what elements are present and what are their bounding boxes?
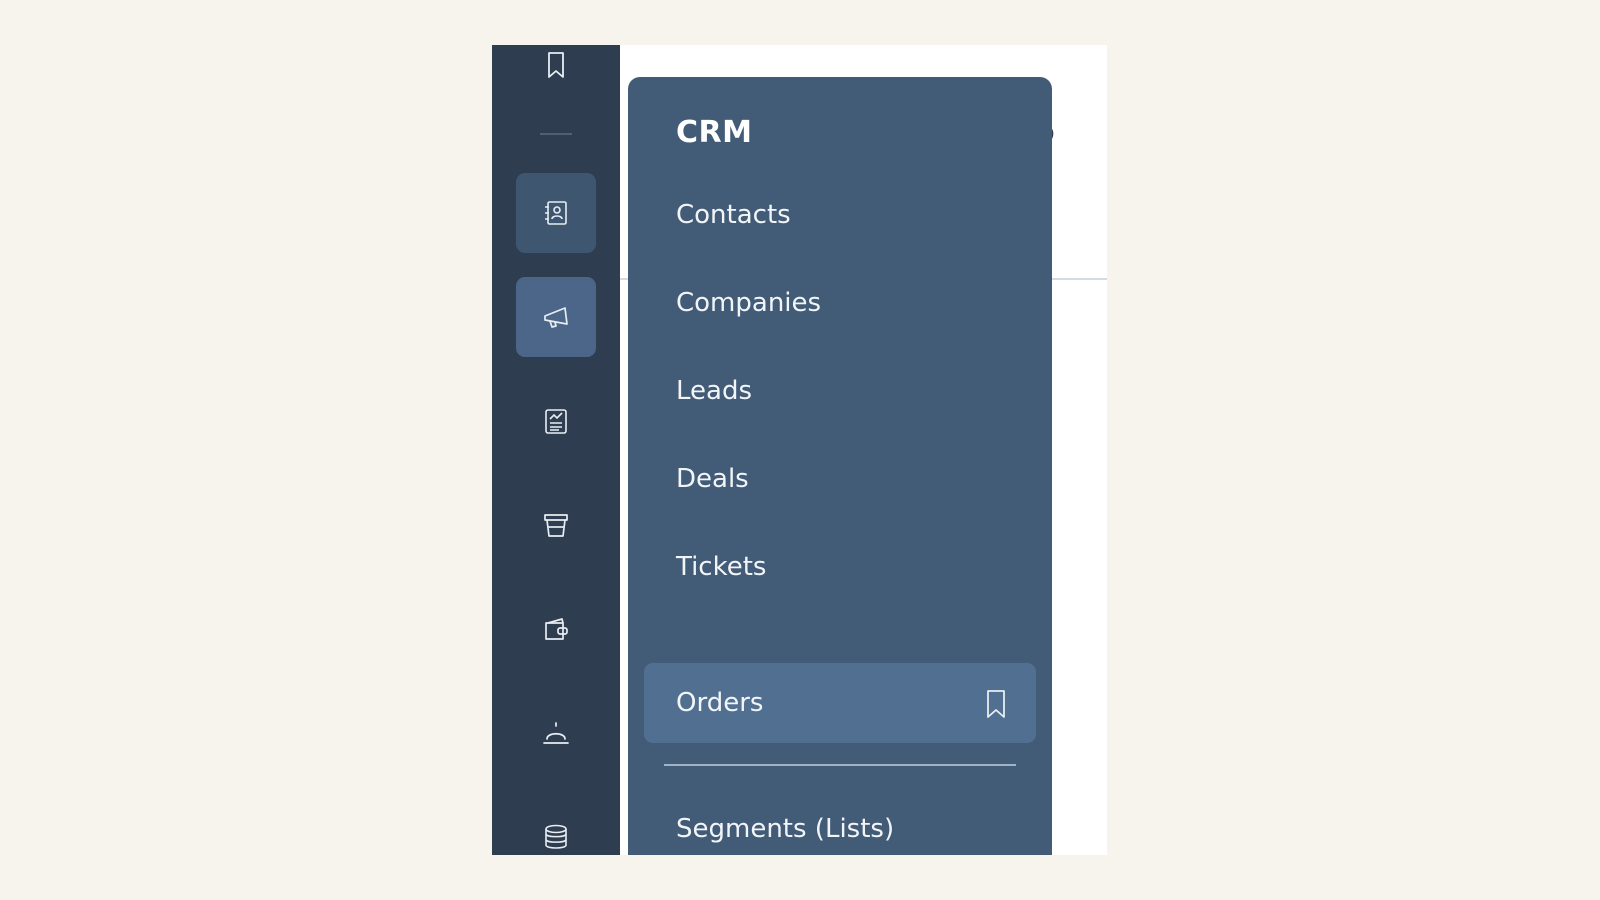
menu-item-label: Segments (Lists) — [676, 814, 895, 844]
rail-contacts-button[interactable] — [516, 173, 596, 253]
menu-item-segments[interactable]: Segments (Lists) — [644, 789, 1036, 855]
database-icon — [545, 824, 567, 849]
menu-item-contacts[interactable]: Contacts — [644, 175, 1036, 255]
menu-item-label: Orders — [676, 688, 764, 718]
rail-divider — [540, 133, 572, 135]
store-icon — [544, 514, 568, 537]
menu-divider — [664, 764, 1016, 766]
menu-item-label: Companies — [676, 288, 822, 318]
menu-item-label: Tickets — [676, 552, 767, 582]
rail-bookmark-button[interactable] — [516, 45, 596, 105]
app-frame: o e — [492, 45, 1107, 855]
rail-payments-button[interactable] — [516, 589, 596, 669]
wallet-icon — [545, 618, 568, 640]
crm-flyout-menu: CRM Contacts Companies Leads Deals Ticke… — [628, 77, 1052, 855]
menu-item-companies[interactable]: Companies — [644, 263, 1036, 343]
contacts-book-icon — [545, 201, 567, 225]
rail-service-button[interactable] — [516, 693, 596, 773]
rail-data-button[interactable] — [516, 797, 596, 855]
menu-item-orders[interactable]: Orders — [644, 663, 1036, 743]
rail-marketing-button[interactable] — [516, 277, 596, 357]
menu-item-deals[interactable]: Deals — [644, 439, 1036, 519]
report-icon — [545, 409, 567, 434]
flyout-title: CRM — [676, 115, 753, 150]
sidebar-rail — [492, 45, 620, 855]
service-bell-icon — [543, 722, 569, 744]
menu-item-label: Contacts — [676, 200, 791, 230]
menu-item-leads[interactable]: Leads — [644, 351, 1036, 431]
menu-item-label: Leads — [676, 376, 753, 406]
bookmark-icon[interactable] — [984, 688, 1008, 720]
megaphone-icon — [544, 307, 568, 328]
menu-item-label: Deals — [676, 464, 749, 494]
bookmark-icon — [548, 52, 564, 78]
rail-reports-button[interactable] — [516, 381, 596, 461]
rail-commerce-button[interactable] — [516, 485, 596, 565]
menu-item-tickets[interactable]: Tickets — [644, 527, 1036, 607]
